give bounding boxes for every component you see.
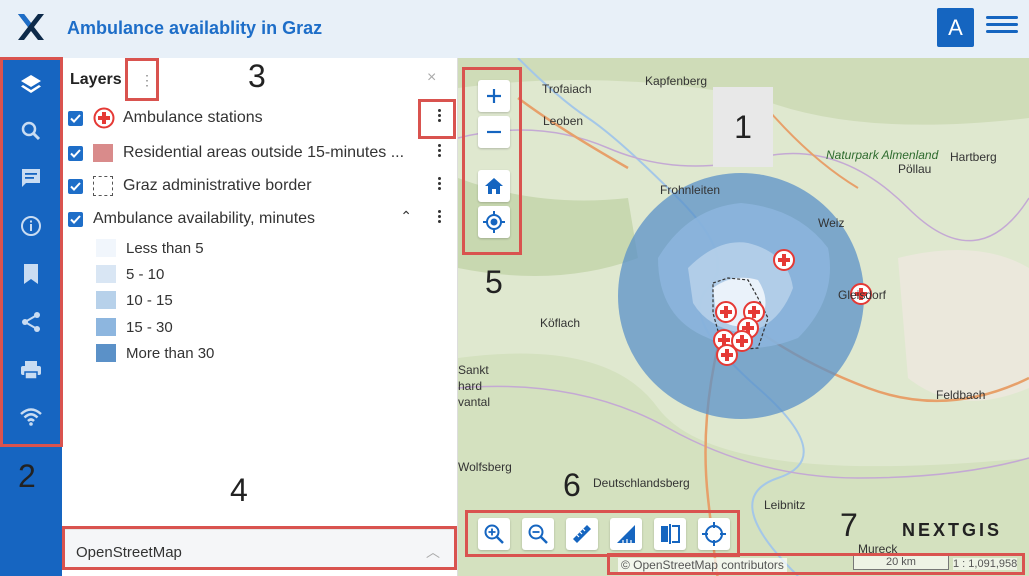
layer-label: Ambulance stations [123, 109, 263, 126]
callout-box-attribution [607, 553, 1025, 575]
border-swatch [93, 176, 113, 196]
chevron-up-icon[interactable]: ⌃ [400, 208, 412, 225]
nextgis-brand: NEXTGIS [902, 520, 1003, 540]
legend-swatch [96, 318, 116, 336]
place-label: Deutschlandsberg [593, 476, 690, 490]
layer-menu-icon[interactable] [438, 177, 442, 192]
place-label: Frohnleiten [660, 183, 721, 197]
place-label: Weiz [818, 216, 845, 230]
place-label: Hartberg [950, 150, 997, 164]
callout-box-layer-menu [418, 99, 456, 139]
callout-box-rail [0, 57, 63, 447]
place-label: Sankt [458, 363, 489, 377]
layer-menu-icon[interactable] [438, 144, 442, 159]
ambulance-station-icon [93, 107, 115, 129]
place-label: Naturpark Almenland [826, 148, 939, 162]
ambulance-station-marker[interactable] [773, 249, 795, 271]
place-label: Gleisdorf [838, 288, 887, 302]
close-icon[interactable]: × [427, 69, 436, 87]
place-label: hard [458, 379, 483, 393]
app-header: Ambulance availablity in Graz A [0, 0, 1029, 58]
residential-swatch [93, 144, 113, 162]
annotation-number: 5 [485, 264, 503, 300]
annotation-number: 4 [230, 472, 248, 508]
annotation-number: 2 [18, 458, 36, 494]
app-root: Ambulance availablity in Graz A Layers ⋮… [0, 0, 1029, 576]
legend-label: 15 - 30 [126, 318, 173, 336]
checkbox[interactable] [68, 145, 83, 161]
layer-row[interactable]: Ambulance stations [68, 104, 452, 132]
layers-panel: Layers ⋮ × Ambulance stations Residentia… [62, 58, 458, 576]
app-title: Ambulance availablity in Graz [67, 18, 323, 38]
place-label: Feldbach [936, 388, 986, 402]
legend-swatch [96, 239, 116, 257]
place-label: Leoben [543, 114, 584, 128]
annotation-number: 3 [248, 58, 266, 94]
legend-item: 5 - 10 [96, 263, 164, 285]
legend-swatch [96, 265, 116, 283]
layer-row[interactable]: Ambulance availability, minutes ⌃ [68, 205, 452, 233]
annotation-number: 6 [563, 467, 581, 503]
panel-title: Layers [70, 71, 122, 88]
hamburger-menu-icon[interactable] [986, 12, 1018, 42]
checkbox[interactable] [68, 110, 83, 126]
legend-label: Less than 5 [126, 239, 204, 257]
ambulance-station-marker[interactable] [716, 344, 738, 366]
layer-label: Residential areas outside 15-minutes ... [123, 144, 405, 161]
legend-label: 10 - 15 [126, 291, 173, 309]
layer-row[interactable]: Graz administrative border [68, 172, 452, 200]
checkbox[interactable] [68, 178, 83, 194]
place-label: vantal [458, 395, 491, 409]
callout-box-tools [465, 510, 740, 557]
checkbox[interactable] [68, 211, 83, 227]
nextgis-logo-icon[interactable] [16, 12, 46, 42]
place-label: Leibnitz [764, 498, 806, 512]
legend-item: 15 - 30 [96, 316, 173, 338]
legend-item: 10 - 15 [96, 289, 173, 311]
annotation-number: 7 [840, 507, 858, 543]
callout-box-zoom [462, 67, 522, 255]
ambulance-station-marker[interactable] [715, 301, 737, 323]
legend-swatch [96, 291, 116, 309]
annotation-number: 1 [713, 87, 773, 167]
callout-box-panel-menu [125, 58, 159, 101]
place-label: Trofaiach [542, 82, 592, 96]
legend-item: More than 30 [96, 342, 214, 364]
place-label: Pöllau [898, 162, 932, 176]
user-avatar[interactable]: A [937, 8, 974, 47]
legend-item: Less than 5 [96, 237, 204, 259]
legend-label: More than 30 [126, 344, 215, 362]
legend-label: 5 - 10 [126, 265, 165, 283]
layer-label: Graz administrative border [123, 177, 312, 194]
place-label: Köflach [540, 316, 581, 330]
place-label: Wolfsberg [458, 460, 512, 474]
layer-label: Ambulance availability, minutes [93, 210, 316, 227]
place-label: Kapfenberg [645, 74, 708, 88]
callout-box-basemap [62, 526, 457, 570]
layer-menu-icon[interactable] [438, 210, 442, 225]
layer-row[interactable]: Residential areas outside 15-minutes ... [68, 139, 452, 167]
legend-swatch [96, 344, 116, 362]
